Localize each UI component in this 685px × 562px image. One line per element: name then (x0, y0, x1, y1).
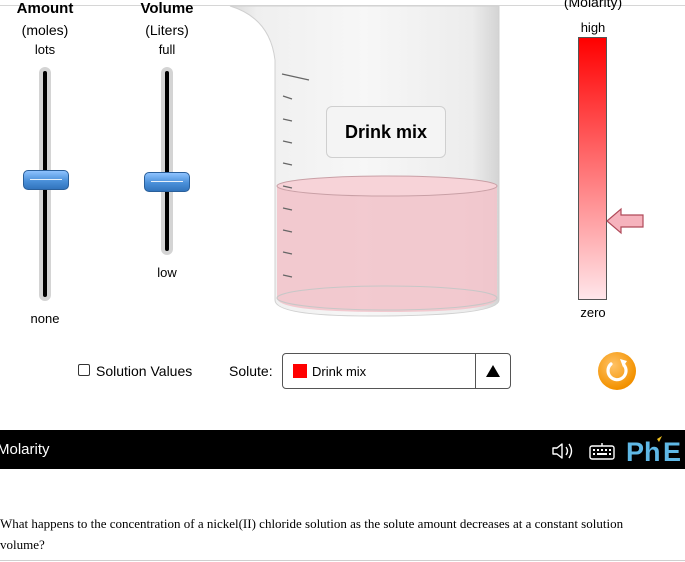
combo-divider (475, 354, 476, 388)
simulation-area: Amount (moles) lots none Volume (Liters)… (0, 0, 685, 430)
reset-all-button[interactable] (598, 352, 636, 390)
beaker-solute-label: Drink mix (326, 106, 446, 158)
molarity-gradient-bar (578, 37, 607, 300)
solution-surface (276, 175, 498, 197)
volume-max-label: full (158, 42, 176, 57)
amount-unit: (moles) (21, 22, 69, 38)
volume-title: Volume (140, 0, 194, 17)
molarity-max-label: high (580, 20, 606, 35)
bottom-divider (0, 560, 685, 561)
amount-title: Amount (16, 0, 74, 17)
solute-color-swatch (293, 364, 307, 378)
molarity-title: (Molarity) (563, 0, 623, 10)
question-text: What happens to the concentration of a n… (0, 516, 624, 552)
molarity-indicator-arrow (606, 207, 644, 235)
solution-values-checkbox[interactable] (78, 364, 90, 376)
amount-min-label: none (30, 311, 60, 326)
keyboard-icon[interactable] (589, 441, 615, 461)
svg-text:E: E (663, 437, 681, 465)
amount-max-label: lots (34, 42, 56, 57)
solute-selected-value: Drink mix (312, 364, 367, 379)
molarity-min-label: zero (580, 305, 606, 320)
audio-icon[interactable] (551, 441, 579, 461)
volume-slider-track[interactable] (161, 67, 173, 255)
navigation-bar: Molarity Ph E (0, 430, 685, 469)
beaker (229, 5, 500, 317)
amount-slider-thumb[interactable] (23, 169, 69, 190)
dropdown-arrow-icon[interactable] (486, 365, 500, 377)
svg-text:Ph: Ph (626, 437, 661, 465)
volume-min-label: low (157, 265, 177, 280)
solution-values-label[interactable]: Solution Values (96, 363, 192, 379)
solution-liquid (277, 186, 497, 312)
reset-icon (606, 359, 628, 382)
volume-slider-thumb[interactable] (144, 172, 190, 193)
solute-label: Solute: (229, 363, 273, 379)
sim-title: Molarity (0, 441, 50, 458)
solute-combo-box[interactable]: Drink mix (282, 353, 511, 389)
phet-logo[interactable]: Ph E (624, 435, 685, 465)
volume-unit: (Liters) (145, 22, 189, 38)
